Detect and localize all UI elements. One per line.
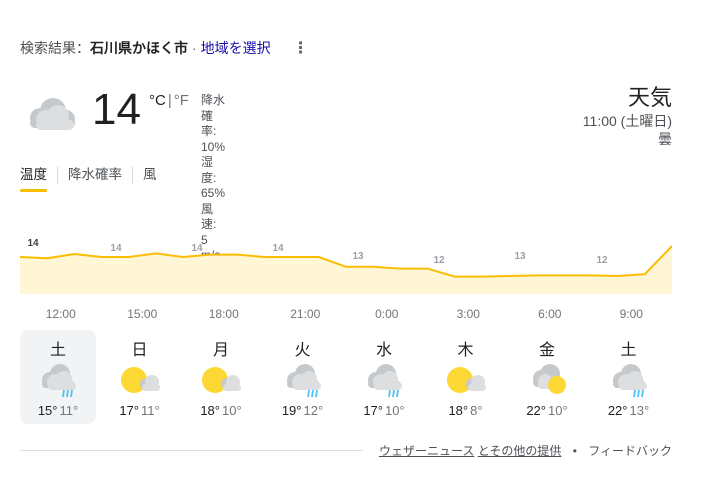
hour-label: 6:00 [538, 307, 562, 321]
day-name: 月 [212, 342, 229, 359]
high-temp: 19° [281, 403, 302, 418]
chart-value-label: 14 [110, 243, 122, 254]
weather-title: 天気 [627, 85, 672, 110]
temperature-chart: 14 14 14 14 13 12 13 12 [20, 238, 672, 294]
partly-sunny-icon [116, 362, 164, 398]
unit-separator: | [167, 92, 172, 109]
fahrenheit-unit[interactable]: °F [174, 92, 189, 109]
tab-temperature[interactable]: 温度 [20, 166, 57, 192]
divider [20, 450, 363, 451]
cloud-icon [30, 98, 75, 130]
hour-label: 12:00 [45, 307, 76, 321]
day-card[interactable]: 日 17° 11° [102, 330, 178, 424]
rain-cloud-icon [605, 362, 653, 398]
choose-region-link[interactable]: 地域を選択 [201, 38, 271, 58]
humidity-text: 湿度: 65% [201, 155, 226, 200]
low-temp: 10° [385, 403, 405, 418]
chart-value-label: 13 [514, 251, 526, 262]
low-temp: 11° [140, 403, 160, 418]
day-name: 土 [620, 342, 637, 359]
high-temp: 18° [448, 403, 469, 418]
chart-value-label: 14 [27, 238, 39, 249]
chart-value-label: 13 [352, 251, 364, 262]
low-temp: 12° [303, 403, 324, 418]
day-card[interactable]: 月 18° 10° [183, 330, 259, 424]
day-card[interactable]: 火 19° 12° [265, 330, 341, 424]
day-name: 土 [49, 342, 66, 359]
partly-sunny-icon [197, 362, 245, 398]
tab-wind[interactable]: 風 [132, 166, 167, 184]
separator: · [192, 40, 197, 56]
day-card[interactable]: 水 17° 10° [346, 330, 422, 424]
chart-value-label: 12 [596, 255, 608, 266]
high-temp: 22° [526, 403, 546, 418]
high-temp: 18° [200, 403, 220, 418]
day-name: 水 [375, 342, 392, 359]
more-vert-icon[interactable]: ⋮ [293, 38, 309, 58]
day-card[interactable]: 金 22° 10° [509, 330, 585, 424]
location-name: 石川県かほく市 [90, 40, 188, 56]
chart-value-label: 14 [191, 243, 203, 254]
hour-label: 9:00 [619, 307, 643, 321]
high-temp: 15° [37, 403, 58, 418]
rain-cloud-icon [279, 362, 327, 398]
day-name: 木 [457, 342, 474, 359]
observation-time: 11:00 (土曜日) [582, 113, 672, 129]
day-temps: 22° 10° [509, 403, 585, 418]
day-temps: 18° 8° [428, 403, 504, 418]
search-result-header: 検索結果： 石川県かほく市 · 地域を選択 ⋮ [20, 38, 309, 58]
unit-toggle: °C | °F [149, 92, 189, 109]
day-temps: 22° 13° [591, 403, 667, 418]
weather-condition: 曇 [658, 131, 672, 147]
daily-forecast: 土 15° 11° 日 17° 11° 月 18° 10° 火 19° 12° 水 17° 10° 木 18° 8… [20, 330, 672, 424]
high-temp: 17° [363, 403, 383, 418]
day-card[interactable]: 木 18° 8° [428, 330, 504, 424]
metric-tabs: 温度 降水確率 風 [20, 166, 167, 192]
attribution: ウェザーニュース とその他の提供 • フィードバック [379, 442, 672, 459]
day-name: 金 [538, 342, 555, 359]
day-temps: 18° 10° [183, 403, 259, 418]
low-temp: 10° [548, 403, 568, 418]
day-temps: 17° 10° [346, 403, 422, 418]
hour-label: 0:00 [375, 307, 399, 321]
low-temp: 13° [629, 403, 650, 418]
rain-cloud-icon [34, 362, 82, 398]
day-name: 火 [294, 342, 311, 359]
low-temp: 8° [470, 403, 483, 418]
result-prefix: 検索結果： [20, 40, 90, 56]
high-temp: 17° [119, 403, 139, 418]
weather-news-link[interactable]: ウェザーニュース [379, 444, 474, 458]
hour-label: 21:00 [290, 307, 321, 321]
hour-label: 3:00 [456, 307, 480, 321]
hour-labels: 12:00 15:00 18:00 21:00 0:00 3:00 6:00 9… [20, 307, 672, 321]
low-temp: 11° [59, 403, 79, 418]
celsius-unit[interactable]: °C [149, 92, 166, 109]
hour-label: 15:00 [127, 307, 158, 321]
partly-sunny-icon [442, 362, 490, 398]
chart-value-label: 12 [433, 255, 445, 266]
rain-cloud-icon [360, 362, 408, 398]
high-temp: 22° [607, 403, 628, 418]
other-providers-link[interactable]: とその他の提供 [478, 444, 562, 458]
day-temps: 17° 11° [102, 403, 178, 418]
feedback-link[interactable]: フィードバック [588, 444, 672, 458]
current-temperature: 14 [92, 85, 141, 134]
day-card[interactable]: 土 15° 11° [20, 330, 96, 424]
day-temps: 19° 12° [265, 403, 341, 418]
day-temps: 15° 11° [20, 403, 96, 418]
weather-summary: 天気 11:00 (土曜日) 曇 [583, 84, 672, 148]
tab-precipitation[interactable]: 降水確率 [57, 166, 132, 184]
footer-dot: • [572, 444, 577, 458]
low-temp: 10° [222, 403, 242, 418]
day-card[interactable]: 土 22° 13° [591, 330, 667, 424]
day-name: 日 [131, 342, 148, 359]
cloud-sun-icon [523, 362, 571, 398]
footer: ウェザーニュース とその他の提供 • フィードバック [20, 436, 672, 460]
hour-label: 18:00 [208, 307, 239, 321]
precipitation-text: 降水確率: 10% [201, 93, 226, 154]
chart-value-label: 14 [272, 243, 284, 254]
